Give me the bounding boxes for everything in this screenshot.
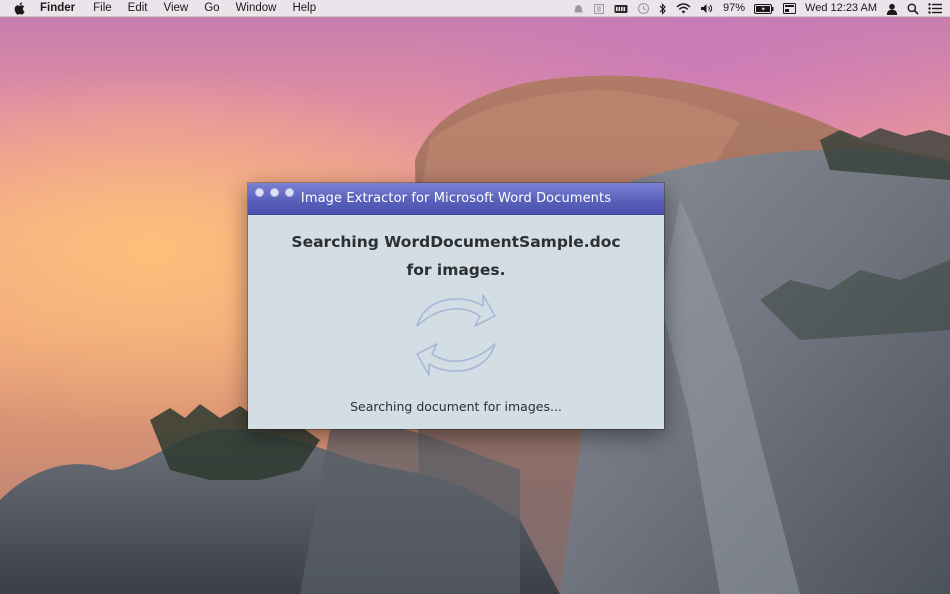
- window-title: Image Extractor for Microsoft Word Docum…: [300, 191, 612, 206]
- refresh-arrows-icon: [416, 294, 496, 376]
- apple-menu-icon[interactable]: [14, 1, 26, 15]
- menu-window[interactable]: Window: [228, 0, 285, 17]
- user-icon[interactable]: [886, 0, 898, 17]
- menu-help[interactable]: Help: [284, 0, 324, 17]
- notification-center-icon[interactable]: [928, 0, 942, 17]
- volume-icon[interactable]: [700, 0, 714, 17]
- memory-icon[interactable]: [614, 0, 628, 17]
- clock[interactable]: Wed 12:23 AM: [805, 0, 877, 17]
- search-heading-line1: Searching WordDocumentSample.doc: [291, 233, 621, 251]
- app-window: Image Extractor for Microsoft Word Docum…: [248, 183, 664, 429]
- window-controls: [255, 188, 294, 197]
- minimize-button[interactable]: [270, 188, 279, 197]
- menu-file[interactable]: File: [85, 0, 120, 17]
- menu-edit[interactable]: Edit: [120, 0, 156, 17]
- menu-app-name[interactable]: Finder: [40, 0, 83, 17]
- wifi-icon[interactable]: [676, 0, 691, 17]
- search-heading-line2: for images.: [406, 261, 506, 279]
- spotlight-icon[interactable]: [907, 0, 919, 17]
- screen-icon[interactable]: [783, 0, 797, 17]
- zoom-button[interactable]: [285, 188, 294, 197]
- battery-icon[interactable]: [754, 0, 774, 17]
- menu-go[interactable]: Go: [196, 0, 227, 17]
- status-text: Searching document for images...: [350, 399, 562, 414]
- battery-percent[interactable]: 97%: [723, 0, 745, 17]
- app-status-icon-2[interactable]: [593, 0, 605, 17]
- menu-bar: Finder File Edit View Go Window Help 97%: [0, 0, 950, 17]
- app-status-icon[interactable]: [573, 0, 584, 17]
- time-machine-icon[interactable]: [637, 0, 650, 17]
- search-heading: Searching WordDocumentSample.doc for ima…: [248, 228, 664, 284]
- close-button[interactable]: [255, 188, 264, 197]
- bluetooth-icon[interactable]: [659, 0, 667, 17]
- title-bar[interactable]: Image Extractor for Microsoft Word Docum…: [248, 183, 664, 215]
- window-content: Searching WordDocumentSample.doc for ima…: [248, 215, 664, 429]
- menu-view[interactable]: View: [156, 0, 197, 17]
